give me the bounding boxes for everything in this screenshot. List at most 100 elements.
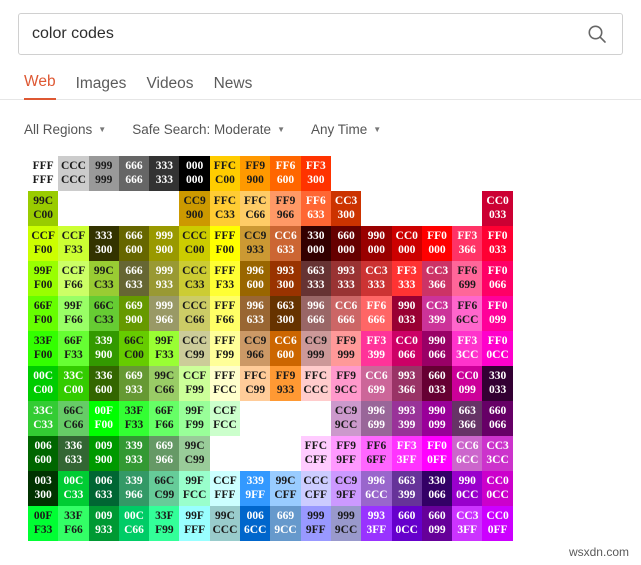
color-cell[interactable]: 33F F66 bbox=[58, 506, 89, 541]
tab-videos[interactable]: Videos bbox=[146, 75, 193, 101]
color-cell[interactable]: CC9 900 bbox=[179, 191, 210, 226]
color-cell[interactable]: 333 333 bbox=[149, 156, 180, 191]
color-cell[interactable]: 99C C00 bbox=[28, 191, 59, 226]
color-cell[interactable]: 66C C99 bbox=[149, 471, 180, 506]
color-cell[interactable]: CC6 699 bbox=[361, 366, 392, 401]
color-cell[interactable]: 00C C66 bbox=[118, 506, 150, 541]
color-cell[interactable]: 330 066 bbox=[421, 471, 453, 506]
color-cell[interactable]: 666 666 bbox=[118, 156, 150, 191]
color-cell[interactable]: FF9 999 bbox=[330, 331, 362, 366]
color-cell[interactable]: FF3 3CC bbox=[452, 331, 483, 366]
color-cell[interactable]: CC3 3FF bbox=[452, 506, 483, 541]
color-cell[interactable]: 00F F00 bbox=[88, 401, 119, 436]
color-cell[interactable]: CC6 600 bbox=[270, 331, 301, 366]
color-cell[interactable]: CC0 0FF bbox=[482, 506, 513, 541]
color-cell[interactable]: FF6 600 bbox=[270, 156, 301, 191]
color-cell[interactable]: 66C C00 bbox=[118, 331, 150, 366]
color-cell[interactable]: 660 033 bbox=[421, 366, 453, 401]
color-cell[interactable]: CCF FFF bbox=[209, 471, 241, 506]
color-cell[interactable]: FF6 699 bbox=[452, 261, 483, 296]
color-cell[interactable]: 993 300 bbox=[270, 261, 301, 296]
color-cell[interactable]: 99F F33 bbox=[149, 331, 180, 366]
color-cell[interactable]: CCC CFF bbox=[300, 471, 331, 506]
color-cell[interactable]: FF9 9CC bbox=[330, 366, 362, 401]
color-cell[interactable]: FFF F33 bbox=[209, 261, 241, 296]
color-cell[interactable]: 00F F33 bbox=[28, 506, 59, 541]
color-cell[interactable]: 33C C33 bbox=[28, 401, 59, 436]
search-box[interactable] bbox=[18, 13, 623, 55]
color-cell[interactable]: 990 033 bbox=[391, 296, 422, 331]
color-cell[interactable]: 339 900 bbox=[88, 331, 119, 366]
color-cell[interactable]: 663 300 bbox=[270, 296, 301, 331]
color-cell[interactable]: 99F F00 bbox=[28, 261, 59, 296]
color-cell[interactable]: CCF FCC bbox=[209, 401, 241, 436]
color-cell[interactable]: 339 933 bbox=[118, 436, 150, 471]
color-cell[interactable]: 990 066 bbox=[421, 331, 453, 366]
color-cell[interactable]: CC0 000 bbox=[391, 226, 422, 261]
search-input[interactable] bbox=[19, 14, 622, 54]
color-cell[interactable]: 66C C66 bbox=[58, 401, 89, 436]
color-cell[interactable]: FFC CCC bbox=[300, 366, 331, 401]
color-cell[interactable]: CCC C33 bbox=[179, 261, 210, 296]
color-cell[interactable]: CC9 999 bbox=[300, 331, 331, 366]
color-cell[interactable]: CC0 066 bbox=[391, 331, 422, 366]
color-cell[interactable]: FF3 300 bbox=[300, 156, 331, 191]
color-cell[interactable]: FFC CFF bbox=[300, 436, 331, 471]
color-cell[interactable]: 99C CCC bbox=[209, 506, 241, 541]
color-cell[interactable]: FFF FCC bbox=[209, 366, 241, 401]
color-cell[interactable]: CCF F99 bbox=[179, 366, 210, 401]
color-cell[interactable]: 99C C33 bbox=[88, 261, 119, 296]
color-cell[interactable]: 99C C99 bbox=[179, 436, 210, 471]
color-cell[interactable]: CCF F00 bbox=[28, 226, 59, 261]
color-cell[interactable]: 336 633 bbox=[58, 436, 89, 471]
color-cell[interactable]: FFC C66 bbox=[240, 191, 271, 226]
color-cell[interactable]: 99F F66 bbox=[58, 296, 89, 331]
color-cell[interactable]: FF9 9FF bbox=[330, 436, 362, 471]
color-cell[interactable]: CC9 966 bbox=[240, 331, 271, 366]
color-cell[interactable]: FF3 399 bbox=[361, 331, 392, 366]
color-cell[interactable]: FF6 666 bbox=[361, 296, 392, 331]
color-cell[interactable]: FF3 333 bbox=[391, 261, 422, 296]
color-cell[interactable]: 999 9CC bbox=[330, 506, 362, 541]
color-cell[interactable]: 660 066 bbox=[482, 401, 513, 436]
color-cell[interactable]: 996 666 bbox=[300, 296, 331, 331]
color-cell[interactable]: FF0 066 bbox=[482, 261, 513, 296]
color-cell[interactable]: 00C C33 bbox=[58, 471, 89, 506]
color-cell[interactable]: CC6 633 bbox=[270, 226, 301, 261]
color-cell[interactable]: CC0 0CC bbox=[482, 471, 513, 506]
color-cell[interactable]: FF9 900 bbox=[240, 156, 271, 191]
color-cell[interactable]: 66F F66 bbox=[149, 401, 180, 436]
color-cell[interactable]: 33F F33 bbox=[118, 401, 150, 436]
color-cell[interactable]: 33C C00 bbox=[58, 366, 89, 401]
color-cell[interactable]: 999 966 bbox=[149, 296, 180, 331]
color-cell[interactable]: FFC C33 bbox=[209, 191, 241, 226]
color-cell[interactable]: 996 6CC bbox=[361, 471, 392, 506]
color-cell[interactable]: FFC C00 bbox=[209, 156, 241, 191]
color-cell[interactable]: 333 300 bbox=[88, 226, 119, 261]
color-cell[interactable]: 996 600 bbox=[240, 261, 271, 296]
color-cell[interactable]: 663 333 bbox=[300, 261, 331, 296]
color-cell[interactable]: CCC C00 bbox=[179, 226, 210, 261]
color-cell[interactable]: 339 966 bbox=[118, 471, 150, 506]
color-cell[interactable]: FFF FFF bbox=[28, 156, 59, 191]
filter-safe-search[interactable]: Safe Search: Moderate ▼ bbox=[132, 122, 285, 137]
color-cell[interactable]: CC3 333 bbox=[361, 261, 392, 296]
color-cell[interactable]: 336 600 bbox=[88, 366, 119, 401]
color-cell[interactable]: 996 699 bbox=[361, 401, 392, 436]
tab-images[interactable]: Images bbox=[76, 75, 127, 101]
color-cell[interactable]: 993 3FF bbox=[361, 506, 392, 541]
color-cell[interactable]: 33F F99 bbox=[149, 506, 180, 541]
color-cell[interactable]: FF9 933 bbox=[270, 366, 301, 401]
color-cell[interactable]: CCF F66 bbox=[58, 261, 89, 296]
color-cell[interactable]: 66C C33 bbox=[88, 296, 119, 331]
color-cell[interactable]: 663 366 bbox=[452, 401, 483, 436]
color-cell[interactable]: CC9 933 bbox=[240, 226, 271, 261]
color-cell[interactable]: 000 000 bbox=[179, 156, 210, 191]
color-cell[interactable]: FF6 633 bbox=[300, 191, 331, 226]
color-cell[interactable]: 330 000 bbox=[300, 226, 331, 261]
color-cell[interactable]: 669 9CC bbox=[270, 506, 301, 541]
color-cell[interactable]: 669 900 bbox=[118, 296, 150, 331]
color-cell[interactable]: CCC C66 bbox=[179, 296, 210, 331]
color-cell[interactable]: CC9 9CC bbox=[330, 401, 362, 436]
color-cell[interactable]: 993 333 bbox=[330, 261, 362, 296]
